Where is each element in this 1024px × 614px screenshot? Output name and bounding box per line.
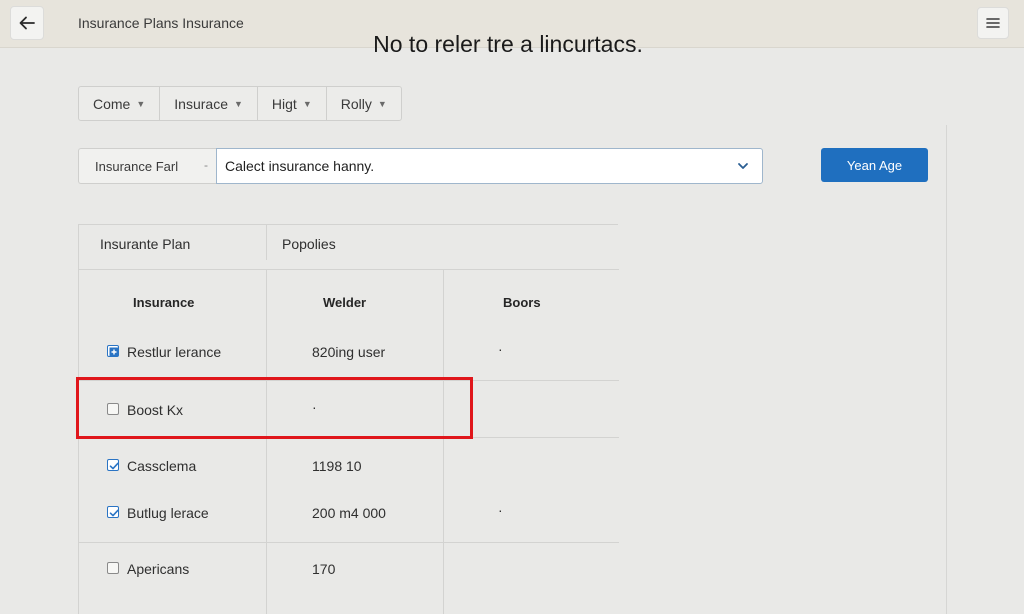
row-extra: · <box>498 502 503 518</box>
column-divider <box>266 269 267 614</box>
column-header-welder[interactable]: Welder <box>323 295 366 310</box>
row-name: Apericans <box>127 561 190 577</box>
hamburger-icon <box>986 18 1000 28</box>
filter-tab-label: Higt <box>271 95 297 112</box>
arrow-left-icon <box>19 16 35 30</box>
row-name: Cassclema <box>127 458 197 474</box>
row-checkbox[interactable] <box>107 506 119 518</box>
field-type-label: Insurance Farl <box>95 158 179 174</box>
row-checkbox[interactable] <box>107 459 119 471</box>
field-type-dash: - <box>204 158 208 172</box>
column-divider <box>266 225 267 260</box>
filter-tab-label: Come <box>93 95 131 112</box>
highlight-box <box>76 377 473 439</box>
column-header-boors[interactable]: Boors <box>503 295 541 310</box>
chevron-down-icon: ▼ <box>136 98 146 109</box>
filter-tab-come[interactable]: Come ▼ <box>79 87 161 120</box>
row-value: 170 <box>312 561 336 577</box>
column-divider <box>443 269 444 614</box>
chevron-down-icon: ▼ <box>233 98 243 109</box>
chevron-down-icon: ▼ <box>302 98 312 109</box>
plus-icon <box>109 347 119 357</box>
app-title: Insurance Plans Insurance <box>78 15 244 31</box>
row-checkbox[interactable] <box>107 345 119 357</box>
insurance-select-value: Calect insurance hanny. <box>225 158 375 174</box>
row-value: 200 m4 000 <box>312 505 386 521</box>
column-header-insurance[interactable]: Insurance <box>133 295 194 310</box>
page-headline: No to reler tre a lincurtacs. <box>373 31 643 57</box>
chevron-down-icon: ▼ <box>377 98 387 109</box>
checkmark-icon <box>109 462 119 470</box>
filter-tab-insurace[interactable]: Insurace ▼ <box>160 87 258 120</box>
filter-tabs: Come ▼ Insurace ▼ Higt ▼ Rolly ▼ <box>78 86 402 121</box>
filter-tab-rolly[interactable]: Rolly ▼ <box>327 87 401 120</box>
checkmark-icon <box>109 509 119 517</box>
filter-tab-higt[interactable]: Higt ▼ <box>258 87 327 120</box>
field-type-dropdown[interactable]: Insurance Farl - <box>78 148 216 184</box>
chevron-down-icon <box>738 163 748 169</box>
right-divider <box>946 125 947 614</box>
search-button[interactable]: Yean Age <box>821 148 928 182</box>
row-divider <box>79 542 619 543</box>
group-header-plan: Insurante Plan <box>100 236 191 252</box>
group-header-policies: Popolies <box>282 236 336 252</box>
insurance-select[interactable]: Calect insurance hanny. <box>216 148 763 184</box>
row-extra: · <box>498 341 503 357</box>
row-checkbox[interactable] <box>107 562 119 574</box>
row-divider <box>79 269 619 270</box>
filter-tab-label: Insurace <box>174 95 228 112</box>
row-name: Butlug lerace <box>127 505 209 521</box>
row-value: 820ing user <box>312 344 386 360</box>
row-value: 1198 10 <box>312 458 362 474</box>
row-name: Restlur lerance <box>127 344 222 360</box>
filter-tab-label: Rolly <box>340 95 372 112</box>
